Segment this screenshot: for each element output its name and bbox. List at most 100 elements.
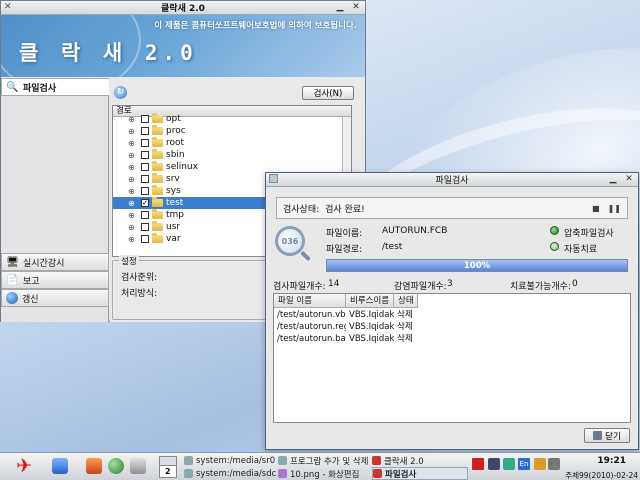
tray-tool-icon[interactable] bbox=[548, 458, 560, 470]
task-media-sdc[interactable]: system:/media/sdc bbox=[184, 467, 276, 480]
refresh-icon[interactable]: ↻ bbox=[114, 86, 127, 99]
tray-app-icon[interactable] bbox=[534, 458, 546, 470]
expand-icon[interactable]: ⊕ bbox=[128, 223, 137, 232]
expand-icon[interactable]: ⊕ bbox=[128, 211, 137, 220]
tree-label: root bbox=[166, 138, 185, 148]
sidebar-item-update[interactable]: 갱신 bbox=[1, 289, 109, 307]
table-row[interactable]: /test/autorun.bat VBS.Iqidak 삭제 bbox=[274, 333, 418, 345]
task-media-sr0[interactable]: system:/media/sr0 bbox=[184, 454, 276, 467]
tree-checkbox[interactable] bbox=[141, 211, 149, 219]
app-icon bbox=[373, 469, 382, 478]
app-logo: 클 락 새 2.0 bbox=[19, 41, 198, 65]
task-label: 10.png - 화상편집 bbox=[290, 469, 360, 480]
file-name-value: AUTORUN.FCB bbox=[382, 226, 448, 236]
tree-row-sbin[interactable]: ⊕ sbin bbox=[113, 149, 351, 161]
scanned-count-value: 14 bbox=[328, 279, 340, 289]
table-row[interactable]: /test/autorun.reg VBS.Iqidak 삭제 bbox=[274, 321, 418, 333]
desktop-pager[interactable]: 2 bbox=[159, 456, 177, 478]
scan-button[interactable]: 검사(N) bbox=[302, 86, 354, 100]
scan-magnifier-icon: 036 bbox=[275, 226, 305, 256]
table-row[interactable]: /test/autorun.vbs VBS.Iqidak 삭제 bbox=[274, 309, 418, 321]
file-manager-icon[interactable] bbox=[52, 458, 68, 474]
tree-checkbox[interactable] bbox=[141, 223, 149, 231]
tree-checkbox[interactable] bbox=[141, 115, 149, 123]
tree-checkbox[interactable] bbox=[141, 187, 149, 195]
column-header-status[interactable]: 상태 bbox=[394, 294, 418, 308]
minimize-icon[interactable]: ▁ bbox=[608, 174, 618, 184]
close-icon[interactable]: ✕ bbox=[624, 174, 634, 184]
expand-icon[interactable]: ⊕ bbox=[128, 187, 137, 196]
tree-checkbox[interactable] bbox=[141, 175, 149, 183]
results-table[interactable]: 파일 이름 비루스이름 상태 /test/autorun.vbs VBS.Iqi… bbox=[273, 293, 631, 423]
task-klaksae[interactable]: 클락새 2.0 bbox=[372, 454, 468, 467]
close-button[interactable]: 닫기 bbox=[584, 428, 630, 443]
window-menu-icon[interactable] bbox=[269, 174, 278, 183]
results-header: 파일 이름 비루스이름 상태 bbox=[274, 294, 630, 308]
folder-icon bbox=[184, 456, 193, 465]
settings-icon[interactable] bbox=[130, 458, 146, 474]
tree-checkbox[interactable] bbox=[141, 163, 149, 171]
tree-row-root[interactable]: ⊕ root bbox=[113, 137, 351, 149]
task-file-scan[interactable]: 파일검사 bbox=[372, 467, 468, 480]
sidebar-item-realtime[interactable]: 🖥 실시간감시 bbox=[1, 253, 109, 271]
column-header-virus-name[interactable]: 비루스이름 bbox=[346, 294, 394, 308]
sidebar: 🔍 파일검사 🖥 실시간감시 📄 보고 갱신 bbox=[1, 78, 109, 322]
tree-checkbox[interactable] bbox=[141, 151, 149, 159]
tree-row-opt[interactable]: ⊕ opt bbox=[113, 113, 351, 125]
expand-icon[interactable]: ⊕ bbox=[128, 199, 137, 208]
tree-label: tmp bbox=[166, 210, 185, 220]
tree-checkbox[interactable] bbox=[141, 127, 149, 135]
task-add-remove[interactable]: 프로그람 추가 및 삭제 bbox=[278, 454, 370, 467]
cell-virus-name: VBS.Iqidak bbox=[349, 322, 394, 332]
dialog-title: 파일검사 bbox=[435, 176, 469, 186]
expand-icon[interactable]: ⊕ bbox=[128, 115, 137, 124]
expand-icon[interactable]: ⊕ bbox=[128, 175, 137, 184]
expand-icon[interactable]: ⊕ bbox=[128, 151, 137, 160]
clock-date: 주체99(2010)-02-24 bbox=[565, 471, 638, 480]
tree-checkbox-checked[interactable]: ✓ bbox=[141, 199, 149, 207]
expand-icon[interactable]: ⊕ bbox=[128, 127, 137, 136]
sidebar-item-report[interactable]: 📄 보고 bbox=[1, 271, 109, 289]
expand-icon[interactable]: ⊕ bbox=[128, 163, 137, 172]
tree-checkbox[interactable] bbox=[141, 139, 149, 147]
compressed-scan-indicator[interactable] bbox=[550, 226, 559, 235]
cell-file-name: /test/autorun.vbs bbox=[277, 310, 346, 320]
start-menu-icon[interactable]: ✈ bbox=[6, 456, 42, 477]
browser-icon[interactable] bbox=[108, 458, 124, 474]
task-label: 프로그람 추가 및 삭제 bbox=[290, 456, 369, 467]
tree-label: srv bbox=[166, 174, 180, 184]
tree-label: var bbox=[166, 234, 181, 244]
tree-row-proc[interactable]: ⊕ proc bbox=[113, 125, 351, 137]
network-icon[interactable] bbox=[503, 458, 515, 470]
pager-desktop-2[interactable]: 2 bbox=[165, 467, 171, 476]
expand-icon[interactable]: ⊕ bbox=[128, 139, 137, 148]
package-icon[interactable] bbox=[86, 458, 102, 474]
window-menu-icon[interactable]: ✕ bbox=[4, 2, 12, 12]
pause-icon[interactable]: ❚❚ bbox=[608, 204, 621, 213]
folder-icon bbox=[152, 185, 163, 195]
tree-label: opt bbox=[166, 114, 181, 124]
sidebar-item-file-scan[interactable]: 🔍 파일검사 bbox=[1, 78, 109, 96]
flag-icon[interactable] bbox=[472, 458, 484, 470]
auto-heal-indicator[interactable] bbox=[550, 242, 559, 251]
stop-icon[interactable]: ■ bbox=[592, 204, 600, 213]
column-header-file-name[interactable]: 파일 이름 bbox=[274, 294, 346, 308]
close-icon[interactable]: ✕ bbox=[351, 2, 361, 12]
main-window-title: 클락새 2.0 bbox=[161, 4, 205, 14]
cell-file-name: /test/autorun.reg bbox=[277, 322, 346, 332]
pager-desktop-1[interactable] bbox=[160, 457, 176, 466]
expand-icon[interactable]: ⊕ bbox=[128, 235, 137, 244]
clock-time[interactable]: 19:21 bbox=[597, 456, 626, 466]
task-label: system:/media/sr0 bbox=[196, 455, 276, 466]
dialog-titlebar[interactable]: 파일검사 ▁ ✕ bbox=[266, 173, 638, 187]
tree-checkbox[interactable] bbox=[141, 235, 149, 243]
monitor-icon: 🖥 bbox=[6, 256, 19, 268]
volume-icon[interactable] bbox=[488, 458, 500, 470]
minimize-icon[interactable]: ▁ bbox=[335, 2, 345, 12]
file-name-label: 파일이름: bbox=[326, 229, 363, 239]
main-titlebar[interactable]: ✕ 클락새 2.0 ▁ ✕ bbox=[1, 1, 365, 15]
scan-progress-bar: 100% bbox=[326, 259, 628, 272]
compressed-scan-label: 압축파일검사 bbox=[564, 229, 614, 239]
keyboard-layout-icon[interactable]: En bbox=[518, 458, 530, 470]
task-image-editor[interactable]: 10.png - 화상편집 bbox=[278, 467, 370, 480]
